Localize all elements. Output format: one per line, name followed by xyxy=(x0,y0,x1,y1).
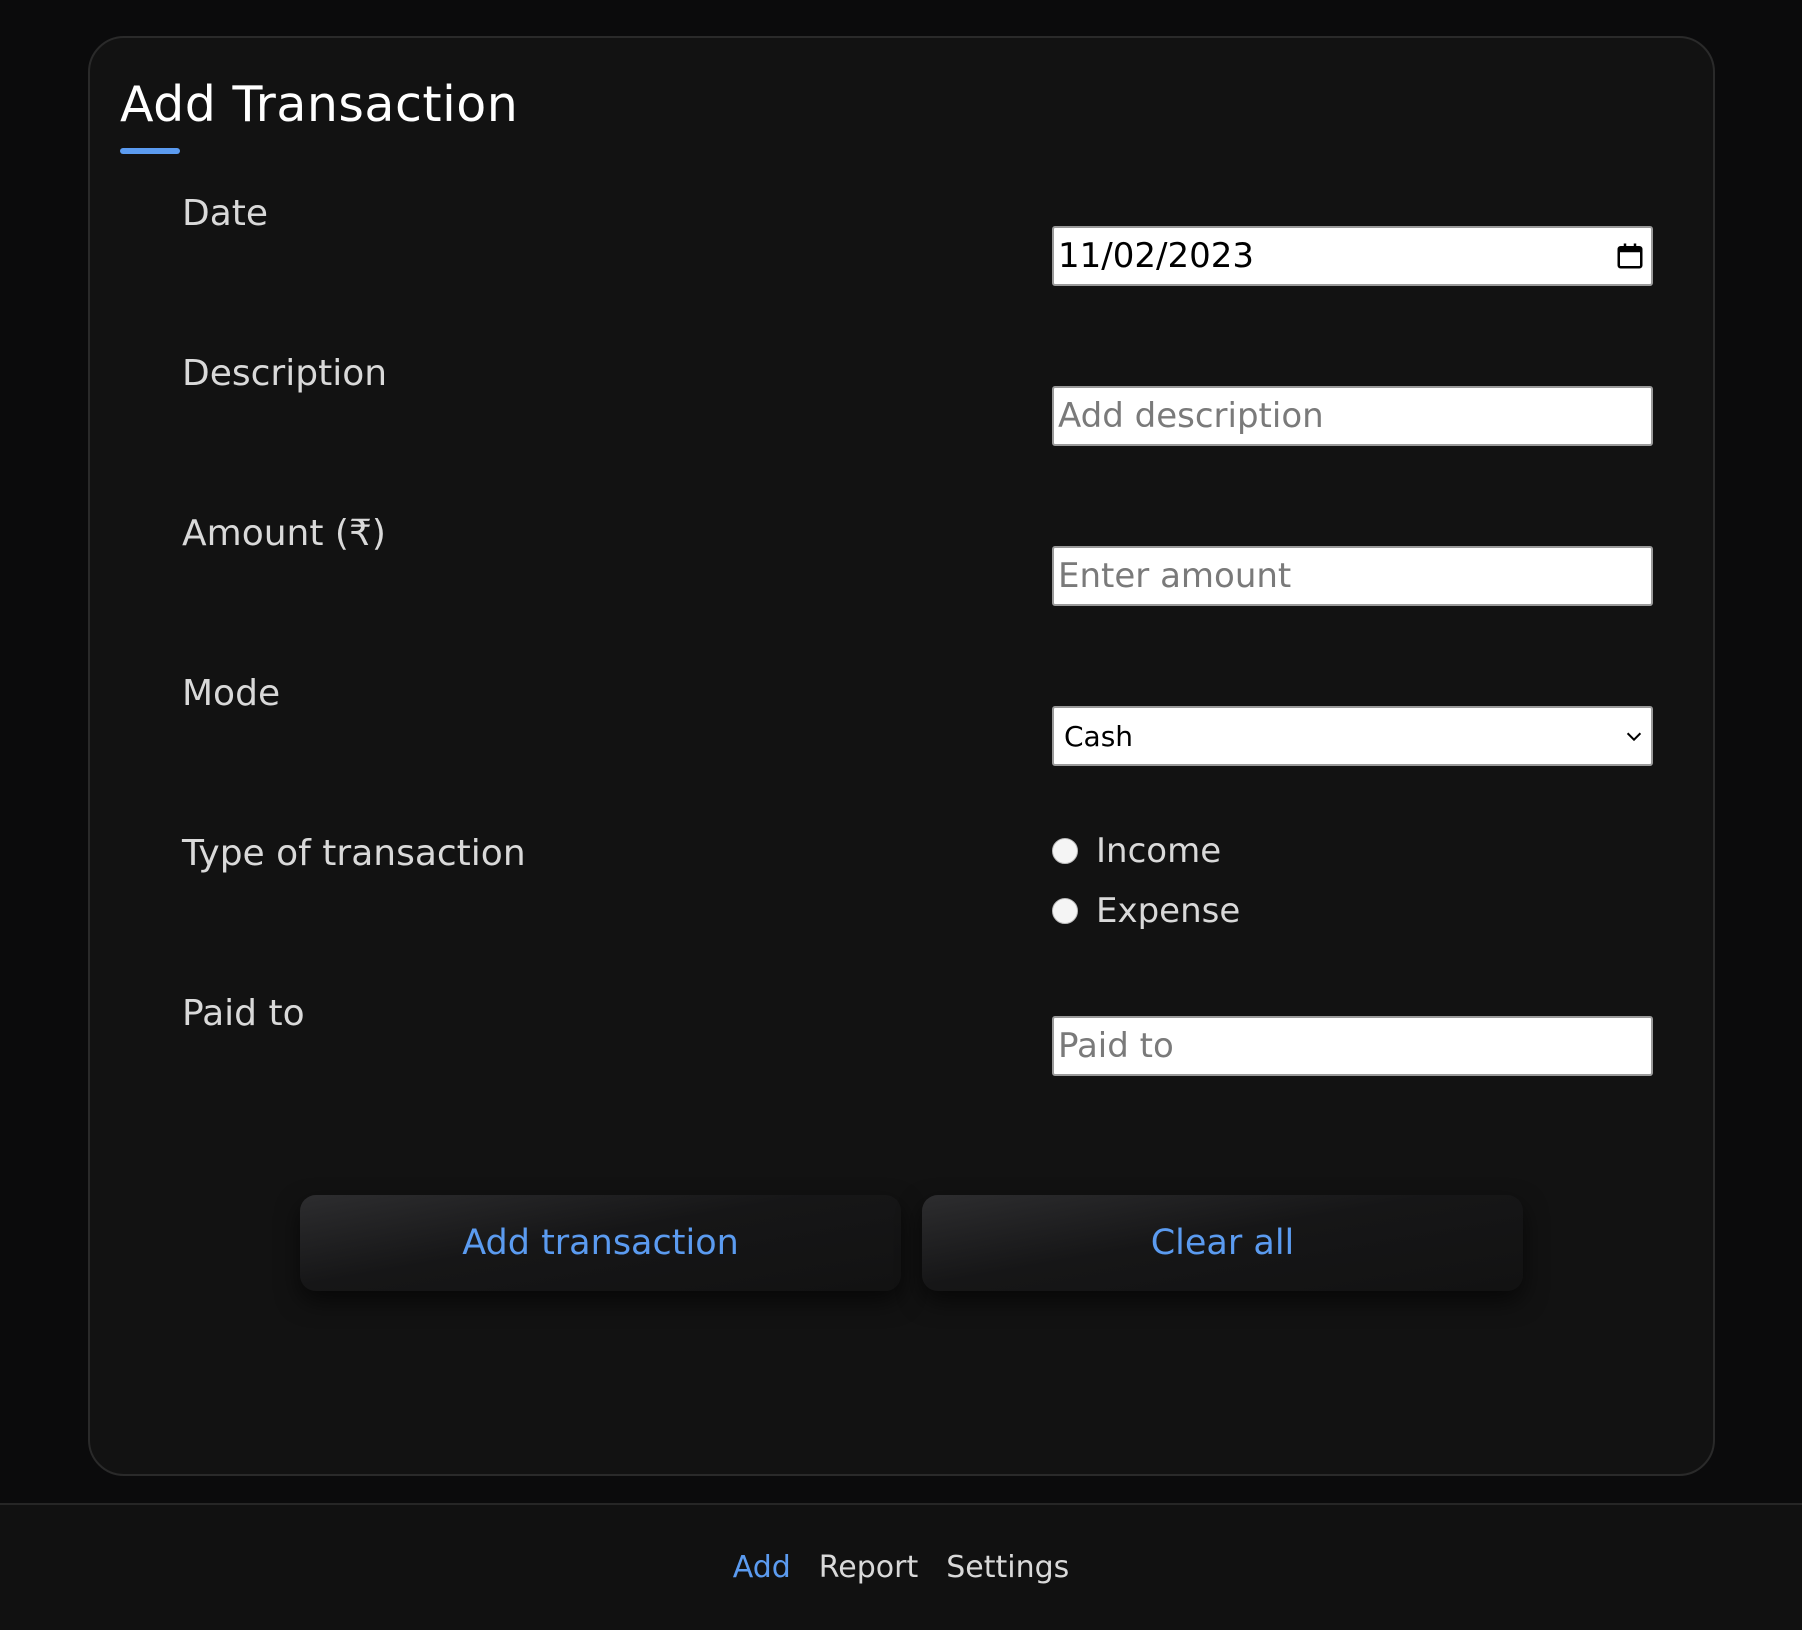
amount-placeholder: Enter amount xyxy=(1058,556,1292,596)
mode-selected-value: Cash xyxy=(1064,719,1134,753)
date-value: 11/02/2023 xyxy=(1058,236,1254,276)
calendar-icon[interactable] xyxy=(1615,241,1645,271)
mode-label: Mode xyxy=(182,673,281,714)
nav-report[interactable]: Report xyxy=(819,1550,918,1585)
chevron-down-icon xyxy=(1626,732,1642,742)
nav-settings[interactable]: Settings xyxy=(946,1550,1069,1585)
page-title: Add Transaction xyxy=(120,76,519,133)
paid-to-label: Paid to xyxy=(182,993,305,1034)
type-label: Type of transaction xyxy=(182,833,526,874)
paid-to-placeholder: Paid to xyxy=(1058,1026,1174,1066)
radio-expense-circle[interactable] xyxy=(1052,898,1078,924)
amount-label: Amount (₹) xyxy=(182,513,386,554)
clear-all-button[interactable]: Clear all xyxy=(922,1195,1523,1291)
title-underline xyxy=(120,148,180,154)
add-transaction-button[interactable]: Add transaction xyxy=(300,1195,901,1291)
radio-income-label: Income xyxy=(1096,831,1222,871)
date-input[interactable]: 11/02/2023 xyxy=(1052,226,1653,286)
bottom-nav: Add Report Settings xyxy=(0,1503,1802,1630)
mode-select[interactable]: Cash xyxy=(1052,706,1653,766)
radio-expense[interactable]: Expense xyxy=(1052,891,1240,931)
description-input[interactable]: Add description xyxy=(1052,386,1653,446)
radio-income[interactable]: Income xyxy=(1052,831,1221,871)
add-transaction-card: Add Transaction Date 11/02/2023 Descript… xyxy=(88,36,1715,1476)
description-placeholder: Add description xyxy=(1058,396,1324,436)
radio-income-circle[interactable] xyxy=(1052,838,1078,864)
amount-input[interactable]: Enter amount xyxy=(1052,546,1653,606)
paid-to-input[interactable]: Paid to xyxy=(1052,1016,1653,1076)
radio-expense-label: Expense xyxy=(1096,891,1241,931)
description-label: Description xyxy=(182,353,388,394)
date-label: Date xyxy=(182,193,269,234)
nav-add[interactable]: Add xyxy=(733,1550,791,1585)
